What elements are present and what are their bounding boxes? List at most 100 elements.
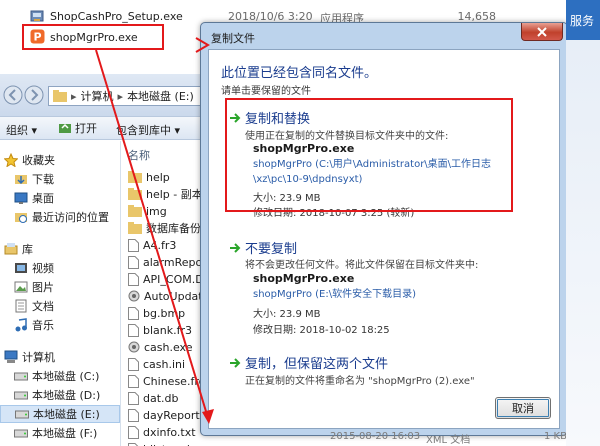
file-row[interactable]: help xyxy=(128,169,170,185)
nav-label: 库 xyxy=(22,243,33,256)
nav-label: 视频 xyxy=(32,262,54,275)
file-row[interactable]: help - 副本 xyxy=(128,186,203,202)
nav-label: 文档 xyxy=(32,300,54,313)
breadcrumb-item-drive[interactable]: 本地磁盘 (E:) xyxy=(127,88,194,104)
file-name: Chinese.frc xyxy=(143,374,205,388)
option-description: 将不会更改任何文件。将此文件保留在目标文件夹中: xyxy=(245,260,479,271)
file-row[interactable]: A4.fr3 xyxy=(128,237,176,253)
video-icon xyxy=(14,261,28,275)
file-row[interactable]: img xyxy=(128,203,167,219)
nav-label: 本地磁盘 (D:) xyxy=(32,389,101,402)
folder-icon xyxy=(128,171,142,183)
nav-label: 下载 xyxy=(32,173,54,186)
nav-label: 收藏夹 xyxy=(22,154,55,167)
computer-icon xyxy=(4,350,18,364)
file-name: cash.ini xyxy=(143,357,186,371)
file-name: A4.fr3 xyxy=(143,238,177,252)
file-name: help - 副本 xyxy=(146,188,203,201)
file-row[interactable]: dat.db xyxy=(128,390,179,406)
file-row[interactable]: cash.ini xyxy=(128,356,185,372)
file-icon xyxy=(128,442,139,446)
nav-item-drive-e[interactable]: 本地磁盘 (E:) xyxy=(0,405,120,423)
file-row[interactable]: 数据库备份 xyxy=(128,220,201,236)
breadcrumb-item-computer[interactable]: 计算机 xyxy=(81,88,114,104)
document-icon xyxy=(14,299,28,313)
file-size: 1 KB xyxy=(544,431,567,442)
file-row[interactable]: cash.exe xyxy=(128,339,193,355)
forward-button[interactable] xyxy=(24,85,44,105)
file-name: bg.bmp xyxy=(143,306,186,320)
library-icon xyxy=(4,242,18,256)
drive-icon xyxy=(14,389,28,401)
download-icon xyxy=(14,172,28,186)
installer-icon xyxy=(30,9,44,23)
nav-label: 本地磁盘 (E:) xyxy=(33,408,100,421)
nav-label: 计算机 xyxy=(22,351,55,364)
file-list-pane: 名称 help help - 副本 img 数据库备份 A4.fr3 alarmRepor… xyxy=(122,141,210,446)
do-not-copy-option[interactable]: 不要复制 xyxy=(229,238,297,257)
banner: 服务 xyxy=(566,0,600,40)
close-button[interactable] xyxy=(521,23,563,41)
file-name: hlist.xml xyxy=(143,443,190,446)
open-button[interactable]: 打开 xyxy=(58,120,97,136)
highlight-box-source-file xyxy=(22,24,164,50)
organize-label: 组织 xyxy=(6,124,28,137)
file-size: 大小: 23.9 MB xyxy=(253,309,321,320)
folder-icon xyxy=(128,188,142,200)
nav-item-pictures[interactable]: 图片 xyxy=(14,278,54,296)
file-modified: 修改日期: 2018-10-02 18:25 xyxy=(253,325,390,336)
file-row[interactable]: bg.bmp xyxy=(128,305,185,321)
file-row[interactable]: hlist.xml xyxy=(128,441,190,446)
file-name: shopMgrPro.exe xyxy=(253,272,355,285)
list-item[interactable]: ShopCashPro_Setup.exe xyxy=(30,7,183,25)
file-row[interactable]: AutoUpdate.exe xyxy=(128,288,210,304)
explorer-window: ▸ 计算机 ▸ 本地磁盘 (E:) 组织 ▾ 打开 包含到库中 ▾ 收藏夹 下载… xyxy=(0,74,210,446)
picture-icon xyxy=(14,280,28,294)
cancel-button[interactable]: 取消 xyxy=(495,397,551,419)
nav-item-drive-d[interactable]: 本地磁盘 (D:) xyxy=(14,386,100,404)
highlight-box-replace-option xyxy=(225,98,513,212)
navigation-pane: 收藏夹 下载 桌面 最近访问的位置 库 视频 图片 文档 音乐 计算机 本地磁盘… xyxy=(0,141,121,446)
nav-item-drive-c[interactable]: 本地磁盘 (C:) xyxy=(14,367,99,385)
file-name: dxinfo.txt xyxy=(143,425,196,439)
file-icon xyxy=(128,323,139,337)
chevron-right-icon: ▸ xyxy=(117,89,124,103)
exe-icon xyxy=(128,341,140,353)
file-row[interactable]: dayReport.fr3 xyxy=(128,407,210,423)
file-icon xyxy=(128,408,139,422)
nav-label: 本地磁盘 (F:) xyxy=(32,427,98,440)
organize-button[interactable]: 组织 ▾ xyxy=(6,122,37,138)
banner-text: 服务 xyxy=(570,14,595,28)
open-label: 打开 xyxy=(75,122,97,135)
green-arrow-icon xyxy=(229,357,241,369)
nav-computer[interactable]: 计算机 xyxy=(4,348,55,366)
file-path: shopMgrPro (E:\软件安全下载目录) xyxy=(253,289,417,300)
nav-item-downloads[interactable]: 下载 xyxy=(14,170,54,188)
file-row[interactable]: API_COM.DLL xyxy=(128,271,210,287)
file-type: XML 文档 xyxy=(426,435,471,446)
nav-label: 图片 xyxy=(32,281,54,294)
nav-libraries[interactable]: 库 xyxy=(4,240,33,258)
nav-item-music[interactable]: 音乐 xyxy=(14,316,54,334)
nav-item-drive-f[interactable]: 本地磁盘 (F:) xyxy=(14,424,97,442)
copy-keep-both-option[interactable]: 复制，但保留这两个文件 xyxy=(229,353,388,372)
nav-item-videos[interactable]: 视频 xyxy=(14,259,54,277)
back-button[interactable] xyxy=(3,85,23,105)
file-row[interactable]: dxinfo.txt xyxy=(128,424,196,440)
breadcrumb[interactable]: ▸ 计算机 ▸ 本地磁盘 (E:) xyxy=(48,86,210,106)
file-icon xyxy=(128,272,139,286)
include-in-library-button[interactable]: 包含到库中 ▾ xyxy=(116,122,180,138)
drive-icon xyxy=(14,370,28,382)
option-title: 复制，但保留这两个文件 xyxy=(245,357,389,372)
address-bar-area: ▸ 计算机 ▸ 本地磁盘 (E:) xyxy=(0,74,210,116)
nav-item-recent[interactable]: 最近访问的位置 xyxy=(14,208,109,226)
column-header-name[interactable]: 名称 xyxy=(128,147,150,163)
file-row[interactable]: alarmReport.fr3 xyxy=(128,254,210,270)
file-list-bottom-row: 2015-08-20 16:03 XML 文档 1 KB xyxy=(200,430,568,446)
file-icon xyxy=(128,238,139,252)
file-row[interactable]: Chinese.frc xyxy=(128,373,205,389)
nav-item-documents[interactable]: 文档 xyxy=(14,297,54,315)
nav-item-desktop[interactable]: 桌面 xyxy=(14,189,54,207)
file-row[interactable]: blank.fr3 xyxy=(128,322,192,338)
nav-favorites[interactable]: 收藏夹 xyxy=(4,151,55,169)
